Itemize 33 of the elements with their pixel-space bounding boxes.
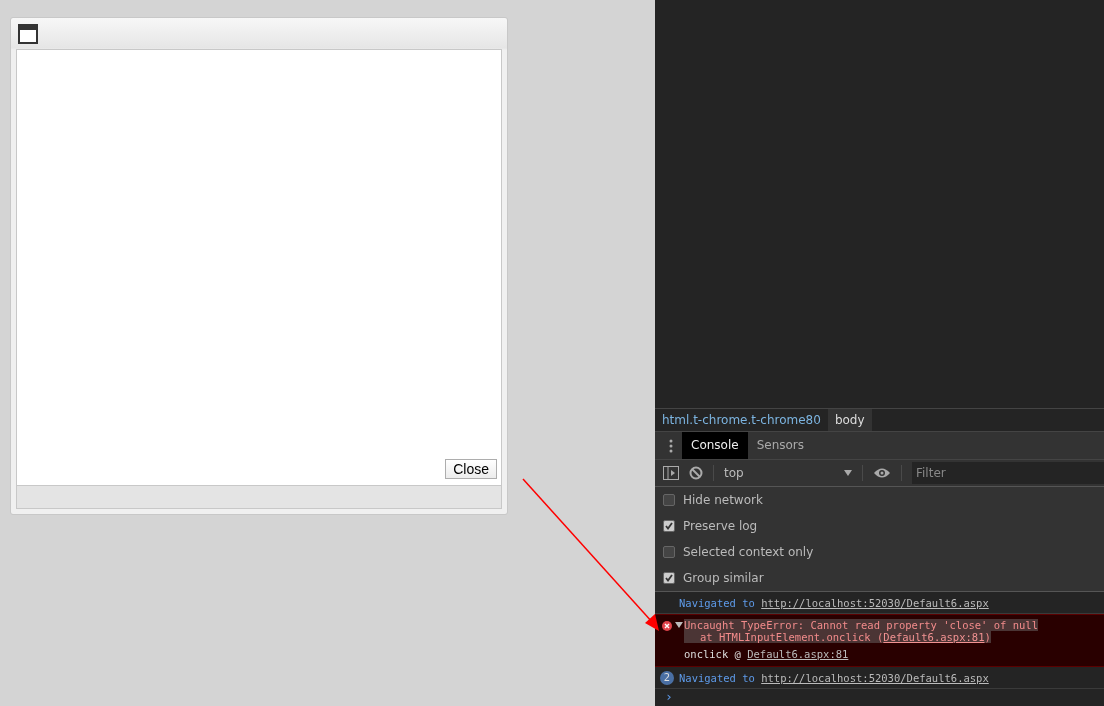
context-dropdown[interactable]: top bbox=[724, 466, 852, 480]
filter-field[interactable]: Filter bbox=[912, 462, 1104, 484]
more-icon[interactable] bbox=[669, 438, 673, 453]
breadcrumb-item[interactable]: body bbox=[827, 409, 872, 431]
checkbox[interactable] bbox=[663, 494, 675, 506]
sidebar-toggle-icon[interactable] bbox=[663, 466, 679, 480]
console-prompt[interactable]: › bbox=[665, 689, 673, 704]
checkbox[interactable] bbox=[663, 520, 675, 532]
error-text: Uncaught TypeError: Cannot read property 'close' of null bbox=[684, 619, 1038, 631]
caret-icon bbox=[844, 470, 852, 476]
call-frame-line: onclick @ Default6.aspx:81 bbox=[684, 648, 850, 660]
source-link[interactable]: Default6.aspx:81 bbox=[883, 631, 985, 643]
breadcrumb-item[interactable]: html.t-chrome.t-chrome80 bbox=[655, 409, 828, 431]
checkbox[interactable] bbox=[663, 546, 675, 558]
option-label: Selected context only bbox=[683, 545, 814, 559]
disclosure-triangle-icon[interactable] bbox=[675, 621, 683, 629]
option-label: Preserve log bbox=[683, 519, 758, 533]
eye-icon[interactable] bbox=[873, 467, 891, 479]
window-icon bbox=[18, 23, 38, 44]
clear-icon[interactable] bbox=[689, 466, 703, 480]
console-message: Navigated to http://localhost:52030/Default6.aspx bbox=[679, 596, 989, 609]
url-link[interactable]: http://localhost:52030/Default6.aspx bbox=[761, 596, 989, 609]
option-label: Group similar bbox=[683, 571, 764, 585]
panel-tab[interactable]: Console bbox=[682, 432, 748, 459]
panel-tab[interactable]: Sensors bbox=[747, 432, 814, 459]
source-link[interactable]: Default6.aspx:81 bbox=[747, 648, 849, 660]
repeat-count-badge: 2 bbox=[660, 670, 674, 685]
option-label: Hide network bbox=[683, 493, 763, 507]
close-button[interactable]: Close bbox=[445, 459, 497, 479]
checkbox[interactable] bbox=[663, 572, 675, 584]
error-icon bbox=[662, 621, 672, 631]
console-message: Navigated to http://localhost:52030/Default6.aspx bbox=[679, 671, 989, 684]
url-link[interactable]: http://localhost:52030/Default6.aspx bbox=[761, 671, 989, 684]
